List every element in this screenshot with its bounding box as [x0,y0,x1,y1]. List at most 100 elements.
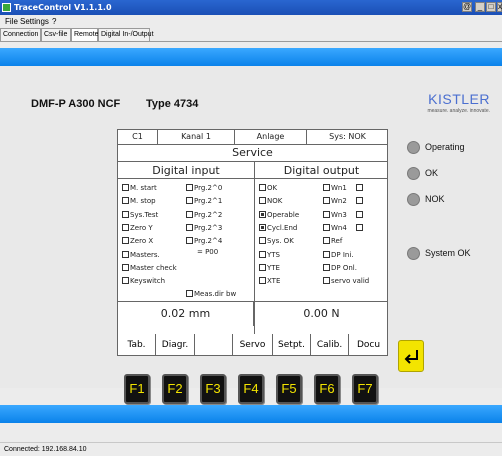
checkbox[interactable] [186,210,193,218]
f1-key[interactable]: F1 [124,374,150,404]
f3-key[interactable]: F3 [200,374,226,404]
io-item-label: Sys.Test [130,210,159,219]
softkey-tab[interactable]: Tab. [118,334,156,356]
status-bar: Connected: 192.168.84.10 [0,442,502,456]
tab-csv-file[interactable]: Csv-file [41,28,71,41]
checkbox[interactable] [323,197,330,205]
softkey-setpt[interactable]: Setpt. [273,334,311,356]
checkbox[interactable] [259,263,266,271]
checkbox[interactable] [122,263,129,271]
io-item[interactable]: Cycl.End [259,223,297,233]
io-item-label: Prg.2^1 [194,197,223,206]
io-item[interactable]: Zero Y [122,223,153,233]
checkbox[interactable] [355,184,363,191]
io-item[interactable]: servo valid [323,276,369,286]
close-button[interactable]: x [497,2,502,12]
io-item[interactable]: M. stop [122,196,156,206]
checkbox[interactable] [122,250,129,258]
checkbox[interactable] [323,210,330,218]
checkbox[interactable] [323,263,330,271]
io-item[interactable]: DP Onl. [323,263,357,273]
measdir-item[interactable]: Meas.dir bw [186,289,236,299]
io-item[interactable]: Wn1 [323,183,364,193]
io-item[interactable]: Prg.2^3 [186,223,222,233]
menu-file[interactable]: File [5,17,18,26]
checkbox[interactable] [323,250,330,258]
checkbox[interactable] [323,223,330,231]
checkbox[interactable] [259,250,266,258]
checkbox[interactable] [186,237,193,245]
io-item[interactable]: Sys. OK [259,236,294,246]
io-item-label: XTE [267,277,281,286]
f6-key[interactable]: F6 [314,374,340,404]
checkbox[interactable] [259,277,266,285]
io-item[interactable]: Operable [259,210,299,220]
checkbox[interactable] [259,223,266,231]
checkbox[interactable] [323,277,330,285]
tab-digital-io[interactable]: Digital In-/Output [98,28,154,41]
title-bar: TraceControl V1.1.1.0 @ _ □ x [0,0,502,15]
io-item[interactable]: Prg.2^1 [186,196,222,206]
checkbox[interactable] [122,184,129,191]
io-item[interactable]: YTE [259,263,280,273]
checkbox[interactable] [355,223,363,231]
menu-help[interactable]: ? [52,17,56,26]
checkbox[interactable] [122,210,129,218]
io-item[interactable]: M. start [122,183,157,193]
system-menu-icon[interactable]: @ [462,2,472,12]
enter-button[interactable] [398,340,424,372]
io-item[interactable]: Master check [122,263,177,273]
io-item[interactable]: Prg.2^2 [186,210,222,220]
checkbox[interactable] [186,197,193,205]
checkbox[interactable] [259,210,266,218]
io-item[interactable]: Wn2 [323,196,364,206]
tab-remote[interactable]: Remote [71,28,99,42]
app-icon [2,3,11,12]
checkbox[interactable] [259,237,266,245]
io-item[interactable]: NOK [259,196,282,206]
io-item[interactable]: Zero X [122,236,153,246]
lcd-header-kanal: Kanal 1 [158,130,235,145]
io-item[interactable]: Wn4 [323,223,364,233]
menu-settings[interactable]: Settings [20,17,49,26]
f2-key[interactable]: F2 [162,374,188,404]
io-item[interactable]: XTE [259,276,280,286]
checkbox[interactable] [122,277,129,285]
checkbox[interactable] [186,290,193,297]
io-item[interactable]: DP Ini. [323,250,354,260]
softkey-calib[interactable]: Calib. [311,334,349,356]
checkbox[interactable] [186,223,193,231]
f7-key[interactable]: F7 [352,374,378,404]
checkbox[interactable] [355,210,363,218]
io-item[interactable]: OK [259,183,277,193]
softkey-docu[interactable]: Docu [349,334,388,356]
io-item-label: M. stop [130,197,156,206]
checkbox[interactable] [186,184,193,191]
f5-key[interactable]: F5 [276,374,302,404]
checkbox[interactable] [323,237,330,245]
checkbox[interactable] [122,237,129,245]
checkbox[interactable] [355,197,363,205]
io-item[interactable]: Sys.Test [122,210,158,220]
io-item[interactable]: Masters. [122,250,160,260]
checkbox[interactable] [122,223,129,231]
f4-key[interactable]: F4 [238,374,264,404]
io-item[interactable]: Ref [323,236,342,246]
tab-connection[interactable]: Connection [0,28,41,41]
checkbox[interactable] [323,184,330,191]
minimize-button[interactable]: _ [475,2,485,12]
io-item[interactable]: Prg.2^0 [186,183,222,193]
maximize-button[interactable]: □ [486,2,496,12]
kistler-logo: KISTLER measure. analyze. innovate. [420,91,490,114]
led-operating [407,141,420,154]
softkey-diagr[interactable]: Diagr. [156,334,195,356]
io-item[interactable]: YTS [259,250,280,260]
softkey-servo[interactable]: Servo [233,334,273,356]
checkbox[interactable] [122,197,129,205]
io-item[interactable]: Keyswitch [122,276,165,286]
checkbox[interactable] [259,197,266,205]
io-item[interactable]: Wn3 [323,210,364,220]
softkey-empty[interactable] [195,334,233,356]
checkbox[interactable] [259,184,266,191]
io-item[interactable]: Prg.2^4 [186,236,222,246]
